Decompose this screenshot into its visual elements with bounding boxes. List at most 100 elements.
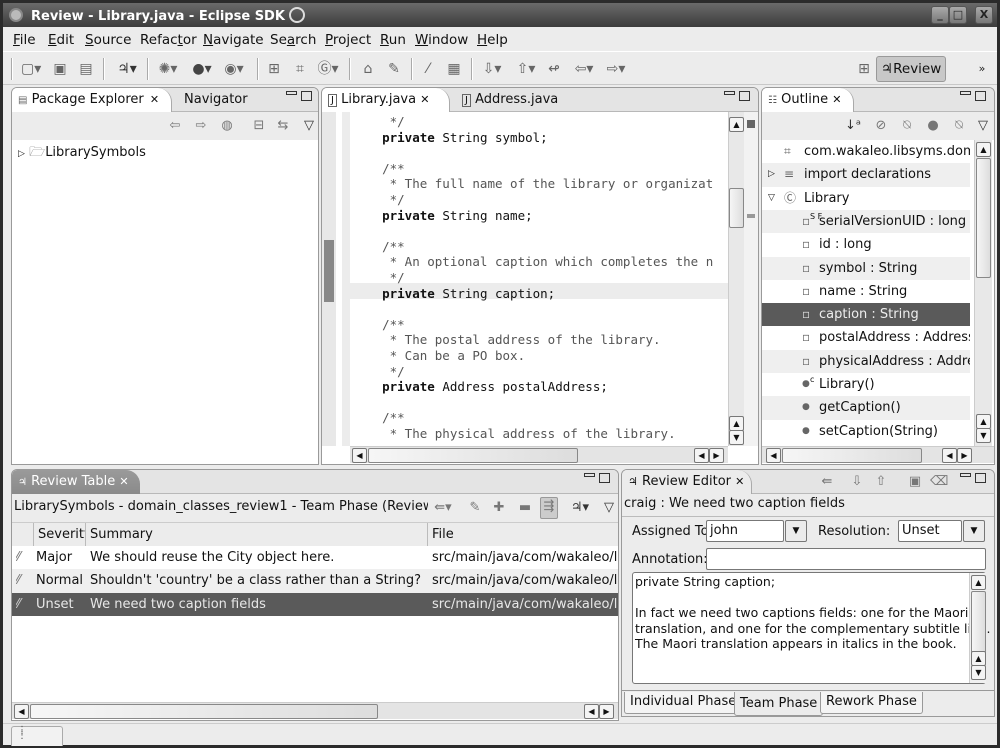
close-icon[interactable]: ✕	[420, 93, 429, 106]
save-icon[interactable]: ▣	[51, 60, 69, 78]
code-line[interactable]	[352, 301, 713, 317]
open-perspective-icon[interactable]: ⊞	[855, 60, 873, 78]
fast-view-bar[interactable]: ⋮ ⋮	[11, 726, 63, 746]
outline-horizontal-scrollbar[interactable]: ◀ ◀ ▶	[762, 446, 994, 463]
code-line[interactable]: * The postal address of the library.	[352, 332, 713, 348]
search-icon[interactable]: ✎	[385, 60, 403, 78]
menu-refactor[interactable]: Refactor	[140, 32, 197, 48]
scroll-up-button[interactable]: ▲	[971, 575, 986, 590]
phase-tab-rework-phase[interactable]: Rework Phase	[820, 692, 923, 714]
scroll-up-button[interactable]: ▲	[729, 117, 744, 132]
new-package-icon[interactable]: ⌗	[291, 60, 309, 78]
outline-item[interactable]: ⌗ com.wakaleo.libsyms.domai	[762, 140, 970, 163]
menu-project[interactable]: Project	[325, 32, 371, 48]
next-annotation-icon[interactable]: ⇩▾	[479, 60, 505, 78]
tab-review-editor[interactable]: ♃ Review Editor ✕	[622, 470, 752, 494]
view-menu-icon[interactable]: ▽	[300, 117, 318, 135]
perspective-overflow-icon[interactable]: »	[973, 60, 991, 78]
scroll-left-button[interactable]: ◀	[14, 704, 29, 719]
column-header-summary[interactable]: Summary	[86, 523, 428, 547]
annotation-field[interactable]	[706, 548, 986, 570]
previous-issue-icon[interactable]: ⇧	[872, 473, 890, 491]
scroll-up-button[interactable]: ▲	[729, 416, 744, 431]
sort-icon[interactable]: ↓ᵃ	[844, 117, 862, 135]
code-area[interactable]: */ private String symbol; /** * The full…	[350, 112, 728, 446]
maximize-button[interactable]: □	[949, 6, 967, 24]
scroll-left-button[interactable]: ◀	[694, 448, 709, 463]
close-icon[interactable]: ✕	[735, 475, 744, 488]
back-icon[interactable]: ⇦▾	[571, 60, 597, 78]
code-line[interactable]: */	[352, 270, 713, 286]
outline-item[interactable]: ▫ name : String	[762, 280, 970, 303]
code-line[interactable]: */	[352, 192, 713, 208]
scroll-thumb[interactable]	[971, 591, 986, 653]
previous-annotation-icon[interactable]: ⇧▾	[513, 60, 539, 78]
add-icon[interactable]: ✚	[490, 499, 508, 517]
show-whitespace-icon[interactable]: ▦	[445, 60, 463, 78]
scroll-thumb[interactable]	[368, 448, 578, 463]
code-line[interactable]: * An optional caption which completes th…	[352, 254, 714, 270]
scroll-right-button[interactable]: ▶	[599, 704, 614, 719]
column-header-icon[interactable]	[12, 523, 34, 547]
outline-item[interactable]: ▫ S FserialVersionUID : long	[762, 209, 970, 234]
debug-icon[interactable]: ✺▾	[155, 60, 181, 78]
minimize-view-icon[interactable]	[960, 473, 971, 477]
scroll-down-button[interactable]: ▼	[976, 428, 991, 443]
resolution-field[interactable]: Unset	[898, 520, 962, 542]
phase-tab-team-phase[interactable]: Team Phase	[734, 692, 824, 716]
code-line[interactable]: */	[352, 114, 713, 130]
jump-to-code-icon[interactable]: ⇚	[818, 473, 836, 491]
outline-item[interactable]: ▽ Ⓒ Library	[762, 187, 970, 210]
table-row[interactable]: ⁄⁄ Unset We need two caption fields src/mai…	[12, 592, 618, 616]
description-text[interactable]: private String caption; In fact we need …	[635, 574, 991, 652]
minimize-view-icon[interactable]	[584, 473, 595, 477]
tab-review-table[interactable]: ♃ Review Table ✕	[12, 470, 140, 494]
hide-fields-icon[interactable]: ⊘	[872, 117, 890, 135]
remove-icon[interactable]: ▬	[516, 499, 534, 517]
outline-item[interactable]: ▫ caption : String	[762, 303, 970, 327]
code-line[interactable]: private String caption;	[352, 286, 713, 302]
table-row[interactable]: ⁄⁄ Normal Shouldn't 'country' be a class r…	[12, 569, 618, 593]
scroll-left-button[interactable]: ◀	[352, 448, 367, 463]
menu-file[interactable]: File	[13, 32, 36, 48]
forward-icon[interactable]: ⇨	[192, 117, 210, 135]
tab-address-java[interactable]: J Address.java	[456, 88, 576, 112]
scroll-up-button[interactable]: ▲	[976, 142, 991, 157]
menu-run[interactable]: Run	[380, 32, 406, 48]
new-java-project-icon[interactable]: ⊞	[265, 60, 283, 78]
tree-item-librarysymbols[interactable]: ▷ 🗁LibrarySymbols	[18, 143, 146, 165]
outline-item[interactable]: ● getCaption()	[762, 396, 970, 420]
code-line[interactable]: * The full name of the library or organi…	[352, 176, 714, 192]
outline-item[interactable]: ▫ id : long	[762, 233, 970, 256]
review-menu-icon[interactable]: ♃▾	[566, 499, 594, 517]
menu-search[interactable]: Search	[270, 32, 316, 48]
edit-icon[interactable]: ✎	[466, 499, 484, 517]
code-line[interactable]: * Can be a PO box.	[352, 348, 713, 364]
editor-horizontal-scrollbar[interactable]: ◀ ◀ ▶	[350, 446, 728, 463]
description-textarea[interactable]: private String caption; In fact we need …	[632, 572, 991, 684]
last-edit-icon[interactable]: ↫	[545, 60, 563, 78]
code-line[interactable]	[352, 223, 713, 239]
expand-twisty-icon[interactable]: ▷	[18, 149, 25, 159]
hide-static-icon[interactable]: ⍉	[898, 117, 916, 135]
scroll-thumb[interactable]	[729, 188, 744, 228]
menu-window[interactable]: Window	[415, 32, 468, 48]
link-with-editor-icon[interactable]: ⇆	[274, 117, 292, 135]
outline-item[interactable]: ▫ symbol : String	[762, 256, 970, 280]
sort-toggle-icon[interactable]: ⇶	[540, 497, 558, 519]
code-line[interactable]	[352, 145, 713, 161]
print-icon[interactable]: ▤	[77, 60, 95, 78]
folding-marker[interactable]	[324, 240, 334, 302]
collapse-twisty-icon[interactable]: ▽	[768, 187, 775, 210]
close-icon[interactable]: ✕	[150, 93, 159, 106]
outline-item[interactable]: ▫ physicalAddress : Address	[762, 349, 970, 373]
editor-vertical-scrollbar[interactable]: ▲ ▲ ▼	[728, 112, 744, 446]
external-tools-icon[interactable]: ◉▾	[221, 60, 247, 78]
code-line[interactable]: private String name;	[352, 208, 713, 224]
scroll-right-button[interactable]: ▶	[957, 448, 972, 463]
assigned-to-field[interactable]: john	[706, 520, 784, 542]
outline-item[interactable]: ● c Library()	[762, 373, 970, 396]
close-icon[interactable]: ✕	[832, 93, 841, 106]
outline-item[interactable]: ▷ ≡ import declarations	[762, 163, 970, 187]
maximize-view-icon[interactable]	[301, 91, 312, 101]
